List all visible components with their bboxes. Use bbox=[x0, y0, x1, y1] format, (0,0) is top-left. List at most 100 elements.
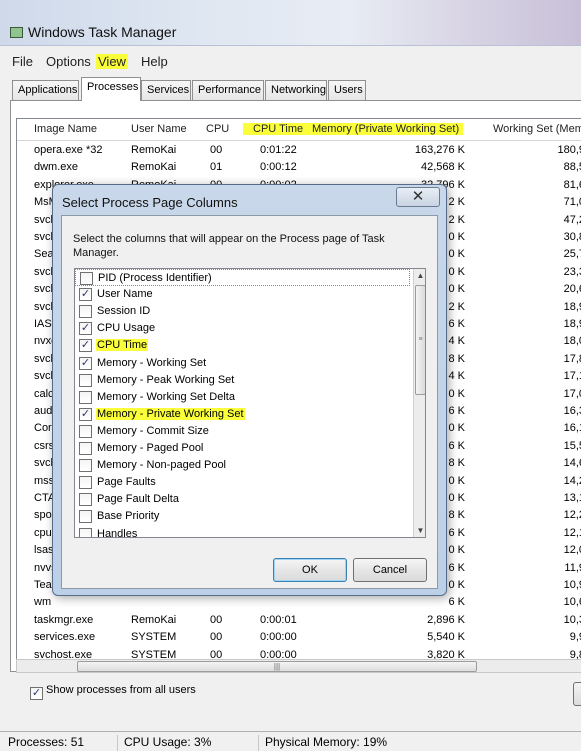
column-option-label: Page Faults bbox=[97, 476, 156, 489]
cell-user-name: RemoKai bbox=[131, 613, 177, 626]
column-checkbox[interactable]: ✓ bbox=[79, 356, 92, 370]
cell-working-set: 47,2 bbox=[563, 213, 581, 226]
column-option[interactable]: PID (Process Identifier) bbox=[75, 269, 410, 286]
table-row[interactable]: dwm.exe RemoKai 01 0:00:12 42,568 K 88,5 bbox=[17, 159, 581, 176]
show-all-checkbox[interactable]: ✓ bbox=[30, 687, 43, 700]
scroll-down-icon[interactable]: ▼ bbox=[414, 524, 425, 537]
column-checkbox[interactable] bbox=[80, 272, 93, 285]
cell-image-name: aud bbox=[34, 405, 53, 417]
column-checkbox[interactable] bbox=[79, 305, 92, 319]
scroll-up-icon[interactable]: ▲ bbox=[414, 269, 425, 282]
column-option[interactable]: Memory - Paged Pool bbox=[75, 440, 410, 457]
column-header-cpu[interactable]: CPU bbox=[206, 123, 229, 135]
show-all-processes-option[interactable]: ✓ Show processes from all users bbox=[30, 684, 196, 700]
column-option-label: Memory - Commit Size bbox=[97, 424, 209, 437]
column-checkbox[interactable] bbox=[79, 493, 92, 507]
column-option[interactable]: ✓ CPU Time bbox=[75, 337, 410, 354]
status-processes: Processes: 51 bbox=[8, 735, 85, 749]
tab-applications[interactable]: Applications bbox=[12, 80, 79, 100]
tab-processes[interactable]: Processes bbox=[81, 77, 141, 101]
cell-image-name: wm bbox=[34, 596, 52, 609]
column-option[interactable]: Memory - Working Set Delta bbox=[75, 389, 410, 406]
column-header-working-set[interactable]: Working Set (Mem bbox=[493, 123, 581, 135]
column-checkbox[interactable]: ✓ bbox=[79, 322, 92, 336]
cell-working-set: 12,1 bbox=[563, 526, 581, 539]
cell-working-set: 16,1 bbox=[563, 422, 581, 435]
column-option[interactable]: Memory - Commit Size bbox=[75, 423, 410, 440]
scroll-thumb[interactable]: ≡ bbox=[415, 285, 425, 395]
end-process-button[interactable] bbox=[573, 682, 581, 706]
close-icon[interactable]: ✕ bbox=[396, 187, 440, 207]
column-option[interactable]: Page Faults bbox=[75, 474, 410, 491]
column-option[interactable]: Memory - Peak Working Set bbox=[75, 372, 410, 389]
table-row[interactable]: services.exe SYSTEM 00 0:00:00 5,540 K 9,9 bbox=[17, 629, 581, 646]
column-header-cpu-time[interactable]: CPU Time bbox=[243, 123, 314, 135]
table-row[interactable]: wm 6 K 10,6 bbox=[17, 594, 581, 611]
table-row[interactable]: svchost.exeSYSTEM000:00:003,820 K9,8 bbox=[17, 647, 581, 659]
column-checkbox[interactable] bbox=[79, 373, 92, 387]
tab-users[interactable]: Users bbox=[328, 80, 366, 100]
menu-help[interactable]: Help bbox=[139, 54, 170, 69]
column-header-user-name[interactable]: User Name bbox=[131, 123, 187, 135]
status-physical-memory: Physical Memory: 19% bbox=[258, 735, 387, 751]
column-option[interactable]: ✓ Memory - Working Set bbox=[75, 355, 410, 372]
column-option[interactable]: Session ID bbox=[75, 303, 410, 320]
column-option[interactable]: ✓ User Name bbox=[75, 286, 410, 303]
cell-cpu: 00 bbox=[210, 631, 223, 644]
column-checkbox[interactable] bbox=[79, 424, 92, 438]
table-row[interactable]: opera.exe *32 RemoKai 00 0:01:22 163,276 K 18… bbox=[17, 142, 581, 159]
tab-performance[interactable]: Performance bbox=[192, 80, 264, 100]
cell-working-set: 14,2 bbox=[563, 474, 581, 487]
scroll-thumb[interactable]: ||| bbox=[77, 661, 477, 672]
menu-view[interactable]: View bbox=[96, 54, 128, 69]
cell-memory-private: 0 K bbox=[448, 265, 465, 278]
menu-file[interactable]: File bbox=[10, 54, 35, 69]
column-header-memory-private-working-set[interactable]: Memory (Private Working Set) bbox=[308, 123, 464, 135]
column-option[interactable]: Handles bbox=[75, 526, 410, 537]
cell-memory-private: 6 K bbox=[448, 561, 465, 574]
select-columns-dialog: Select Process Page Columns ✕ Select the… bbox=[52, 184, 447, 596]
column-checkbox[interactable] bbox=[79, 476, 92, 490]
menu-options[interactable]: Options bbox=[44, 54, 93, 69]
column-checkbox[interactable]: ✓ bbox=[79, 407, 92, 421]
cell-memory-private: 0 K bbox=[448, 422, 465, 435]
column-checkbox[interactable] bbox=[79, 390, 92, 404]
cell-cpu-time: 0:01:22 bbox=[260, 144, 297, 156]
cell-working-set: 23,3 bbox=[563, 265, 581, 278]
cell-working-set: 17,8 bbox=[563, 352, 581, 365]
column-option[interactable]: Page Fault Delta bbox=[75, 491, 410, 508]
column-option[interactable]: ✓ CPU Usage bbox=[75, 320, 410, 337]
column-header-image-name[interactable]: Image Name bbox=[34, 123, 97, 135]
checklist-scrollbar[interactable]: ▲ ≡ ▼ bbox=[413, 269, 425, 537]
table-row[interactable]: taskmgr.exe RemoKai 00 0:00:01 2,896 K 10,3 bbox=[17, 612, 581, 629]
column-checkbox[interactable] bbox=[79, 527, 92, 537]
cell-memory-private: 0 K bbox=[448, 492, 465, 504]
column-option-label: CPU Usage bbox=[97, 322, 156, 335]
column-option[interactable]: Base Priority bbox=[75, 508, 410, 525]
title-bar: Windows Task Manager bbox=[0, 0, 581, 46]
column-checkbox[interactable]: ✓ bbox=[79, 288, 92, 302]
cell-working-set: 81,6 bbox=[563, 178, 581, 191]
cell-working-set: 11,9 bbox=[564, 561, 581, 574]
column-option[interactable]: Memory - Non-paged Pool bbox=[75, 457, 410, 474]
cell-working-set: 88,5 bbox=[563, 161, 581, 174]
cell-image-name: services.exe bbox=[34, 631, 96, 644]
task-manager-icon bbox=[10, 27, 23, 38]
columns-checklist[interactable]: PID (Process Identifier) ✓ User Name Sessio… bbox=[74, 268, 426, 538]
column-option[interactable]: ✓ Memory - Private Working Set bbox=[75, 406, 410, 423]
column-checkbox[interactable]: ✓ bbox=[79, 339, 92, 353]
tab-services[interactable]: Services bbox=[141, 80, 191, 100]
tab-networking[interactable]: Networking bbox=[265, 80, 327, 100]
column-option-label: Memory - Non-paged Pool bbox=[97, 459, 227, 472]
column-checkbox[interactable] bbox=[79, 510, 92, 524]
horizontal-scrollbar[interactable]: ||| bbox=[16, 659, 581, 673]
column-option-label: Memory - Working Set bbox=[97, 356, 207, 369]
cancel-button[interactable]: Cancel bbox=[353, 558, 427, 582]
column-option-label: PID (Process Identifier) bbox=[98, 272, 212, 284]
column-option-label: Memory - Working Set Delta bbox=[97, 390, 235, 403]
column-checkbox[interactable] bbox=[79, 459, 92, 473]
ok-button[interactable]: OK bbox=[273, 558, 347, 582]
cell-cpu-time: 0:00:12 bbox=[260, 161, 297, 174]
cell-memory-private: 6 K bbox=[448, 596, 465, 609]
column-checkbox[interactable] bbox=[79, 442, 92, 455]
